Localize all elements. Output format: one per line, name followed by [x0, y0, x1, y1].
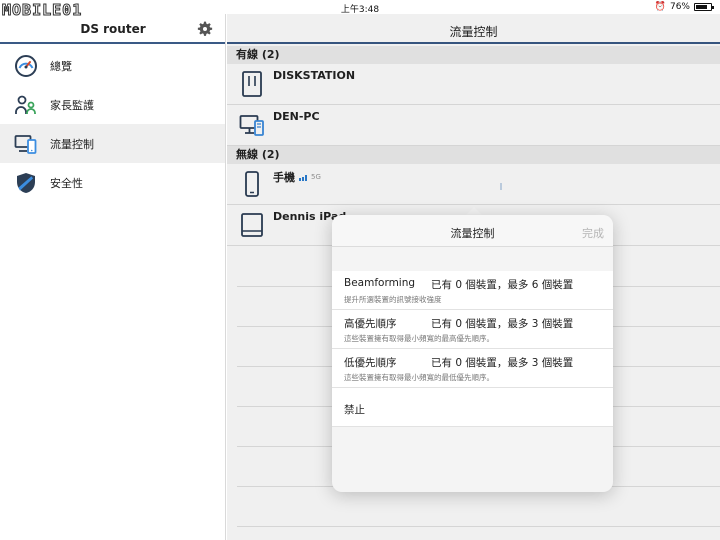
alarm-icon: ⏰ [654, 2, 666, 12]
sidebar-item-parental[interactable]: 家長監護 [0, 85, 225, 124]
option-description: 這些裝置擁有取得最小頻寬的最高優先順序。 [344, 334, 494, 343]
option-description: 提升所選裝置的訊號接收強度 [344, 295, 442, 304]
sidebar-item-label: 總覽 [50, 59, 72, 73]
option-label: Beamforming [344, 277, 416, 289]
option-label: 高優先順序 [344, 318, 397, 330]
shield-icon [17, 172, 35, 193]
popover-header: 流量控制 完成 [332, 215, 613, 247]
option-block[interactable]: 禁止 [332, 388, 613, 427]
status-right: ⏰ 76% [654, 2, 714, 12]
parental-users-icon [15, 95, 36, 114]
watermark-logo: MOBILE01 [1, 1, 83, 20]
option-status: 已有 0 個裝置，最多 3 個裝置 [431, 318, 574, 330]
done-button[interactable]: 完成 [582, 225, 604, 241]
popover-title: 流量控制 [450, 227, 495, 240]
option-label: 低優先順序 [344, 357, 397, 369]
option-low-priority[interactable]: 低優先順序 已有 0 個裝置，最多 3 個裝置 這些裝置擁有取得最小頻寬的最低優… [332, 349, 613, 388]
battery-percent: 76% [669, 2, 690, 12]
gear-icon[interactable] [197, 21, 213, 37]
traffic-devices-icon [14, 134, 37, 154]
option-beamforming[interactable]: Beamforming 已有 0 個裝置，最多 6 個裝置 提升所選裝置的訊號接… [332, 271, 613, 310]
sidebar-item-label: 流量控制 [50, 137, 94, 151]
battery-icon [694, 3, 714, 11]
sidebar-item-security[interactable]: 安全性 [0, 163, 225, 202]
sidebar: DS router 總覽 家長監護 流量控制 安全性 [0, 14, 226, 540]
option-description: 這些裝置擁有取得最小頻寬的最低優先順序。 [344, 373, 494, 382]
sidebar-item-traffic-control[interactable]: 流量控制 [0, 124, 225, 163]
sidebar-item-overview[interactable]: 總覽 [0, 46, 225, 85]
sidebar-title: DS router [80, 22, 146, 36]
battery-fill [696, 5, 707, 9]
sidebar-item-label: 安全性 [50, 176, 83, 190]
option-status: 已有 0 個裝置，最多 3 個裝置 [431, 357, 574, 369]
option-high-priority[interactable]: 高優先順序 已有 0 個裝置，最多 3 個裝置 這些裝置擁有取得最小頻寬的最高優… [332, 310, 613, 349]
sidebar-item-label: 家長監護 [50, 98, 94, 112]
gauge-icon [15, 54, 37, 77]
option-label: 禁止 [344, 404, 365, 416]
option-status: 已有 0 個裝置，最多 6 個裝置 [431, 279, 574, 291]
traffic-control-popover: 流量控制 完成 Beamforming 已有 0 個裝置，最多 6 個裝置 提升… [332, 215, 613, 492]
status-bar: 上午3:48 ⏰ 76% [0, 0, 720, 15]
